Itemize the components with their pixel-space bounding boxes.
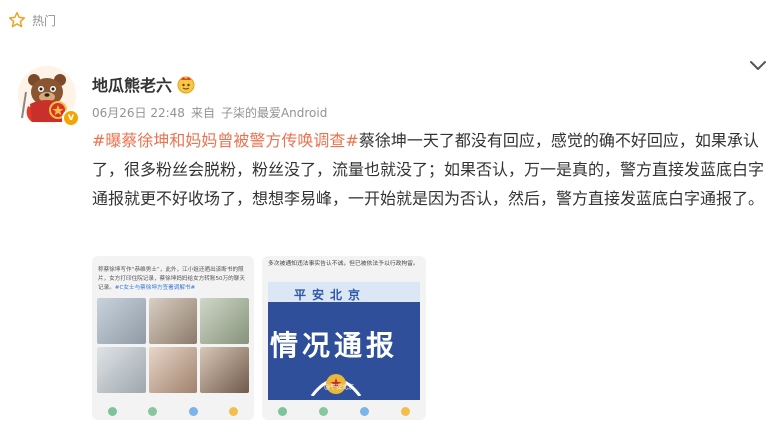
photo-thumb [148,347,198,393]
moments-icon[interactable] [148,406,158,416]
username[interactable]: 地瓜熊老六 [92,72,172,96]
save-icon[interactable] [229,406,239,416]
photo-thumb [97,298,146,344]
poster-header: 平安北京 [294,288,367,302]
wechat-icon[interactable] [278,406,287,416]
star-outline-icon [8,11,26,28]
photo-grid [97,298,249,393]
image-caption: 多次被通知违法事实告认不诚，但已被依法予以行政拘留。 [268,261,419,267]
post-content: #曝蔡徐坤和妈妈曾被警方传唤调查#蔡徐坤一天了都没有回应，感觉的确不好回应，如果… [92,126,770,213]
username-row: 地瓜熊老六 [92,72,196,96]
photo-thumb [97,347,146,393]
wechat-icon[interactable] [107,406,117,416]
chevron-down-icon[interactable] [748,58,768,74]
photo-thumb [200,298,249,344]
crown-emoji-icon [177,76,195,94]
photo-thumb [148,298,198,344]
moments-icon[interactable] [319,406,328,416]
verified-badge: v [62,109,80,127]
save-icon[interactable] [401,406,410,416]
post-date[interactable]: 06月26日 22:48 [92,104,185,121]
photo-thumb [200,347,249,393]
image-actions [262,402,426,420]
image-actions [92,402,254,420]
post-meta: 06月26日 22:48 来自 子柒的最爱Android [92,104,327,121]
police-notice-poster: 平安北京 情况通报 @平安北京 [268,282,420,400]
hot-section-header: 热门 [8,8,56,32]
hot-label: 热门 [32,13,57,28]
media-image-1[interactable]: 称蔡徐坤写作“恭维男士”，此外，江小姐还晒出该断书的照片，女方打印住院记录，蔡徐… [92,256,254,420]
qq-icon[interactable] [188,406,198,416]
image-tag: #C女士与蔡徐坤方签署调解书# [114,285,196,291]
topic-link[interactable]: #曝蔡徐坤和妈妈曾被警方传唤调查# [92,131,359,150]
image-text: 称蔡徐坤写作“恭维男士”，此外，江小姐还晒出该断书的照片，女方打印住院记录，蔡徐… [98,266,246,293]
poster-credit: @平安北京 [324,384,355,391]
source-prefix: 来自 [190,106,215,120]
qq-icon[interactable] [360,406,369,416]
media-image-2[interactable]: 多次被通知违法事实告认不诚，但已被依法予以行政拘留。 平安北京 情况通报 @平安… [262,256,426,420]
post-source: 子柒的最爱Android [220,106,328,120]
